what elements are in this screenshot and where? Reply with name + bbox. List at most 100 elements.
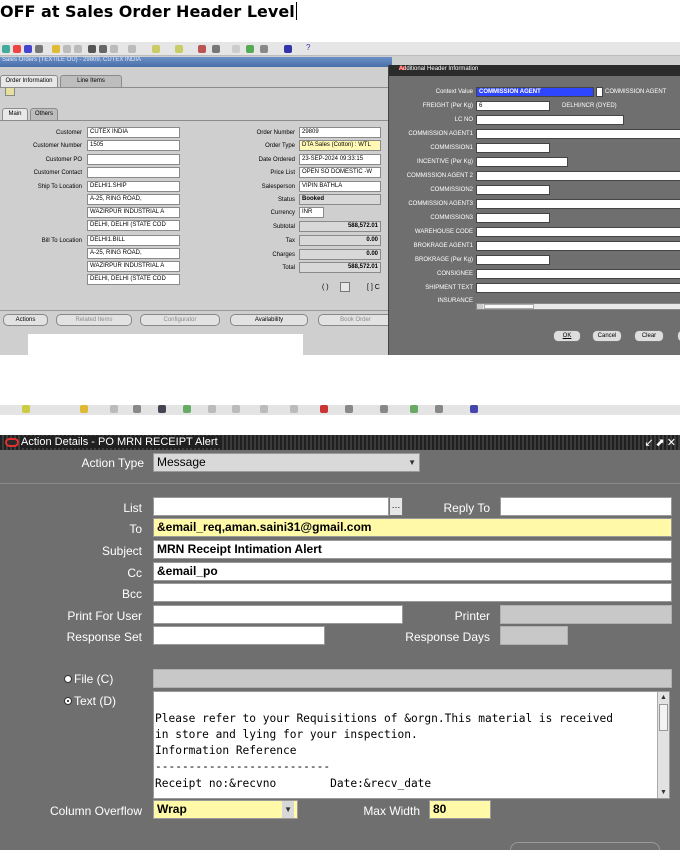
toolbar2-new-icon[interactable] [260, 405, 268, 413]
lc-no-field[interactable] [476, 115, 624, 125]
scroll-left-arrow[interactable] [477, 304, 483, 309]
toolbar-attachments-icon[interactable] [260, 45, 268, 53]
toolbar-window-icon[interactable] [284, 45, 292, 53]
toolbar-paste-icon[interactable] [99, 45, 107, 53]
toolbar-cut-icon[interactable] [74, 45, 82, 53]
clear-button[interactable]: Clear [634, 330, 664, 342]
tab-others[interactable]: Others [30, 108, 58, 120]
commission-agent2-field[interactable] [476, 171, 680, 181]
commission2-field[interactable] [476, 185, 550, 195]
toolbar2-record-icon[interactable] [232, 405, 240, 413]
print-for-user-field[interactable] [153, 605, 403, 624]
toolbar-record-icon[interactable] [212, 45, 220, 53]
printer-field[interactable] [500, 605, 672, 624]
context-lov-button[interactable] [596, 87, 603, 97]
toolbar-translate-icon[interactable] [246, 45, 254, 53]
order-number-field[interactable]: 29809 [299, 127, 381, 138]
toolbar-attach-icon[interactable] [63, 45, 71, 53]
toolbar2-help-icon[interactable] [470, 405, 478, 413]
shipment-text-field[interactable] [476, 283, 680, 293]
toolbar-clear-icon[interactable] [198, 45, 206, 53]
toolbar2-zoom-icon[interactable] [183, 405, 191, 413]
toolbar2-find-icon[interactable] [208, 405, 216, 413]
freight-field[interactable]: 6 [476, 101, 550, 111]
brokrage-field[interactable] [476, 255, 550, 265]
brokrage-agent1-field[interactable] [476, 241, 680, 251]
message-text-area[interactable]: Please refer to your Requisitions of &or… [153, 691, 670, 799]
commission-agent1-field[interactable] [476, 129, 680, 139]
response-set-field[interactable] [153, 626, 325, 645]
toolbar-copy-icon[interactable] [88, 45, 96, 53]
reply-to-field[interactable] [500, 497, 672, 516]
subject-field[interactable]: MRN Receipt Intimation Alert [153, 540, 672, 559]
to-field[interactable]: &email_req,aman.saini31@gmail.com [153, 518, 672, 537]
toolbar-print-icon[interactable] [35, 45, 43, 53]
folder-flexfield-button[interactable]: [ ] C [367, 284, 380, 291]
text-radio[interactable]: Text (D) [64, 694, 116, 708]
tab-line-items[interactable]: Line Items [60, 75, 122, 87]
scroll-thumb[interactable] [659, 704, 668, 731]
toolbar2-window-icon[interactable] [345, 405, 353, 413]
context-value-field[interactable]: COMMISSION AGENT [476, 87, 594, 97]
date-ordered-field[interactable]: 23-SEP-2024 09:33:15 [299, 154, 381, 165]
partial-button[interactable] [510, 842, 660, 850]
commission1-field[interactable] [476, 143, 550, 153]
scroll-up-arrow-icon[interactable]: ▲ [658, 692, 669, 703]
toolbar-folder2-icon[interactable] [232, 45, 240, 53]
descriptive-flexfield-button[interactable]: ( ) [322, 284, 329, 291]
ship-to-location-field[interactable]: DELHI1.SHIP [87, 181, 180, 192]
book-order-button[interactable]: Book Order [318, 314, 393, 326]
ok-button[interactable]: OK [553, 330, 581, 342]
customer-field[interactable]: CUTEX INDIA [87, 127, 180, 138]
toolbar-save-icon[interactable] [24, 45, 32, 53]
toolbar2-translate-icon[interactable] [435, 405, 443, 413]
toolbar2-edit-icon[interactable] [22, 405, 30, 413]
toolbar2-paste-icon[interactable] [158, 405, 166, 413]
toolbar2-cut-icon[interactable] [110, 405, 118, 413]
customer-contact-field[interactable] [87, 167, 180, 178]
toolbar2-attach-icon[interactable] [380, 405, 388, 413]
toolbar2-tools-icon[interactable] [410, 405, 418, 413]
toolbar-zoom-icon[interactable] [110, 45, 118, 53]
toolbar2-save-icon[interactable] [290, 405, 298, 413]
toolbar-delete-icon[interactable] [175, 45, 183, 53]
file-radio[interactable]: File (C) [64, 672, 113, 686]
toolbar2-folder-icon[interactable] [80, 405, 88, 413]
order-type-field[interactable]: DTA Sales (Cotton) : WTL [299, 140, 381, 151]
customer-po-field[interactable] [87, 154, 180, 165]
currency-field[interactable]: INR [299, 207, 324, 218]
consignee-field[interactable] [476, 269, 680, 279]
text-scrollbar[interactable]: ▲ ▼ [657, 692, 669, 798]
horizontal-scrollbar[interactable] [476, 303, 680, 310]
max-width-field[interactable]: 80 [429, 800, 491, 819]
list-lov-button[interactable]: … [389, 497, 403, 516]
availability-button[interactable]: Availability [230, 314, 308, 326]
flexfield-lov-button[interactable] [340, 282, 350, 292]
toolbar2-delete-icon[interactable] [320, 405, 328, 413]
warehouse-code-field[interactable] [476, 227, 680, 237]
incentive-field[interactable] [476, 157, 568, 167]
toolbar-navigate-icon[interactable] [13, 45, 21, 53]
bcc-field[interactable] [153, 583, 672, 602]
column-overflow-select[interactable]: Wrap ▼ [153, 800, 298, 819]
toolbar-edit-icon[interactable] [152, 45, 160, 53]
commission3-field[interactable] [476, 213, 550, 223]
customer-number-field[interactable]: 1505 [87, 140, 180, 151]
scroll-thumb[interactable] [484, 304, 534, 309]
file-field[interactable] [153, 669, 672, 688]
toolbar-open-icon[interactable] [2, 45, 10, 53]
configurator-button[interactable]: Configurator [140, 314, 220, 326]
related-items-button[interactable]: Related Items [56, 314, 132, 326]
response-days-field[interactable] [500, 626, 568, 645]
salesperson-field[interactable]: VIPIN BATHLA [299, 181, 381, 192]
actions-button[interactable]: Actions [3, 314, 48, 326]
toolbar2-copy-icon[interactable] [133, 405, 141, 413]
cc-field[interactable]: &email_po [153, 562, 672, 581]
toolbar-help-icon[interactable]: ? [306, 44, 314, 52]
commission-agent3-field[interactable] [476, 199, 680, 209]
tab-main[interactable]: Main [2, 108, 28, 120]
list-field[interactable] [153, 497, 389, 516]
action-type-select[interactable]: Message ▼ [153, 453, 420, 472]
price-list-field[interactable]: OPEN SO DOMESTIC -W [299, 167, 381, 178]
bill-to-location-field[interactable]: DELHI1.BILL [87, 235, 180, 246]
